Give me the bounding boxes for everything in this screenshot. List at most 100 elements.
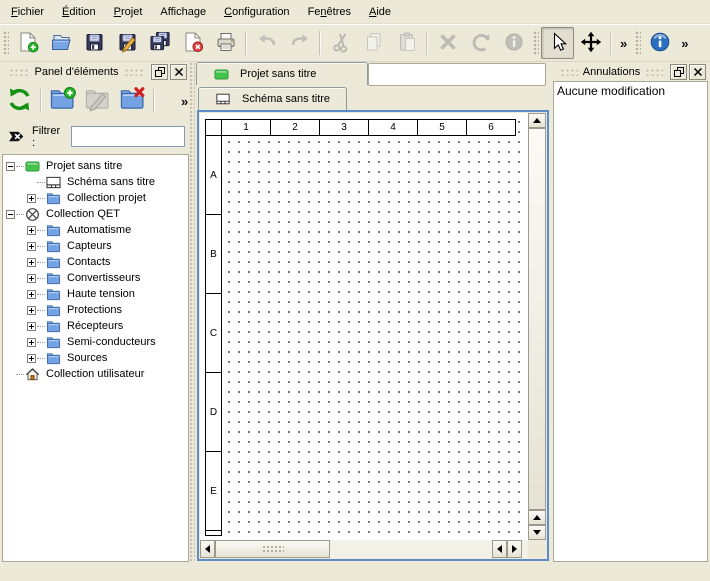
expander-icon[interactable]	[27, 322, 36, 331]
tree-item-label: Collection QET	[46, 208, 120, 220]
row-header: C	[205, 293, 222, 373]
tree-item-collection-utilisateur[interactable]: Collection utilisateur	[3, 366, 188, 382]
tab-schema-sans-titre[interactable]: Schéma sans titre	[198, 87, 347, 110]
reload-button[interactable]	[2, 84, 37, 119]
save-as-button[interactable]	[110, 27, 143, 59]
filter-label: Filtrer :	[32, 125, 66, 149]
delete-category-button[interactable]	[115, 84, 150, 119]
expander-icon[interactable]	[27, 306, 36, 315]
horizontal-scroll-thumb[interactable]	[215, 540, 330, 558]
menu-aide[interactable]: Aide	[360, 2, 400, 22]
float-panel-button[interactable]	[151, 64, 168, 80]
tree-item-label: Récepteurs	[67, 320, 123, 332]
close-panel-button[interactable]	[170, 64, 187, 80]
row-header: A	[205, 135, 222, 215]
tree-item-collection-qet[interactable]: Collection QET	[3, 206, 188, 222]
menu-projet[interactable]: Projet	[105, 2, 152, 22]
menu-fichier[interactable]: Fichier	[2, 2, 53, 22]
folder-icon	[46, 351, 63, 366]
expander-icon[interactable]	[27, 258, 36, 267]
tree-item-sources[interactable]: Sources	[3, 350, 188, 366]
toolbar-separator	[40, 89, 42, 113]
scroll-down-button[interactable]	[528, 525, 546, 540]
undo-panel-titlebar[interactable]: Annulations	[553, 62, 708, 81]
new-document-button[interactable]	[11, 27, 44, 59]
elements-panel-titlebar[interactable]: Panel d'éléments	[2, 62, 189, 81]
schema-tab-label: Schéma sans titre	[242, 93, 330, 105]
tree-guide-line	[37, 262, 45, 263]
menu-edition[interactable]: Édition	[53, 2, 105, 22]
project-icon	[25, 159, 42, 174]
move-button[interactable]	[574, 27, 607, 59]
expander-spacer	[6, 370, 15, 379]
menu-fenetres[interactable]: Fenêtres	[299, 2, 360, 22]
save-all-button[interactable]	[143, 27, 176, 59]
tree-item-label: Schéma sans titre	[67, 176, 155, 188]
print-button[interactable]	[209, 27, 242, 59]
expander-icon[interactable]	[27, 290, 36, 299]
dock-splitter[interactable]	[189, 62, 195, 562]
float-panel-button[interactable]	[670, 64, 687, 80]
expander-icon[interactable]	[27, 274, 36, 283]
tab-projet-sans-titre[interactable]: Projet sans titre	[196, 62, 368, 85]
expander-icon[interactable]	[27, 194, 36, 203]
undo-list: Aucune modification	[553, 81, 708, 562]
move-icon	[580, 31, 602, 56]
expander-icon[interactable]	[27, 226, 36, 235]
toolbar-overflow-button[interactable]: »	[676, 36, 693, 51]
filter-input[interactable]	[71, 126, 185, 147]
tree-item-automatisme[interactable]: Automatisme	[3, 222, 188, 238]
workspace: Projet sans titre Schéma sans titre 1234…	[196, 62, 550, 562]
expander-icon[interactable]	[6, 210, 15, 219]
expander-icon[interactable]	[27, 338, 36, 347]
horizontal-scrollbar[interactable]	[200, 540, 528, 558]
tree-item-recepteurs[interactable]: Récepteurs	[3, 318, 188, 334]
new-category-button[interactable]	[45, 84, 80, 119]
expander-icon[interactable]	[27, 242, 36, 251]
expander-icon[interactable]	[27, 354, 36, 363]
tree-item-convertisseurs[interactable]: Convertisseurs	[3, 270, 188, 286]
select-button[interactable]	[541, 27, 574, 59]
vertical-scrollbar[interactable]	[528, 113, 546, 540]
menu-configuration[interactable]: Configuration	[215, 2, 298, 22]
dock-handle-texture	[645, 68, 663, 76]
scroll-left-button[interactable]	[200, 540, 215, 558]
copy-button	[357, 27, 390, 59]
close-project-button[interactable]	[176, 27, 209, 59]
tree-item-schema-sans-titre[interactable]: Schéma sans titre	[3, 174, 188, 190]
close-panel-button[interactable]	[689, 64, 706, 80]
clear-filter-icon[interactable]	[6, 128, 26, 145]
diagram-canvas[interactable]: 123456 ABCDE	[200, 113, 528, 540]
toolbar-handle[interactable]	[532, 30, 539, 56]
scroll-left-button[interactable]	[492, 540, 507, 558]
toolbar-overflow-button[interactable]: »	[615, 36, 632, 51]
vertical-scroll-thumb[interactable]	[528, 128, 546, 510]
expander-icon[interactable]	[6, 162, 15, 171]
toolbar-handle[interactable]	[634, 30, 641, 56]
tree-item-protections[interactable]: Protections	[3, 302, 188, 318]
select-icon	[547, 31, 569, 56]
qet-icon	[25, 207, 42, 222]
save-button[interactable]	[77, 27, 110, 59]
tree-item-collection-projet[interactable]: Collection projet	[3, 190, 188, 206]
about-info-button[interactable]	[643, 27, 676, 59]
toolbar-separator	[426, 31, 428, 55]
menu-affichage[interactable]: Affichage	[151, 2, 215, 22]
undo-list-item[interactable]: Aucune modification	[554, 82, 707, 100]
tree-item-contacts[interactable]: Contacts	[3, 254, 188, 270]
new-document-icon	[17, 31, 39, 56]
scroll-right-button[interactable]	[507, 540, 522, 558]
tree-item-semi-conducteurs[interactable]: Semi-conducteurs	[3, 334, 188, 350]
tree-guide-line	[37, 294, 45, 295]
scroll-up-button[interactable]	[528, 113, 546, 128]
tree-item-label: Collection utilisateur	[46, 368, 144, 380]
folder-icon	[46, 239, 63, 254]
scroll-up-button[interactable]	[528, 510, 546, 525]
tree-item-haute-tension[interactable]: Haute tension	[3, 286, 188, 302]
project-tab-label: Projet sans titre	[240, 68, 316, 80]
tree-item-projet-sans-titre[interactable]: Projet sans titre	[3, 158, 188, 174]
tree-item-capteurs[interactable]: Capteurs	[3, 238, 188, 254]
toolbar-handle[interactable]	[2, 30, 9, 56]
column-header: 5	[417, 119, 467, 136]
open-project-button[interactable]	[44, 27, 77, 59]
